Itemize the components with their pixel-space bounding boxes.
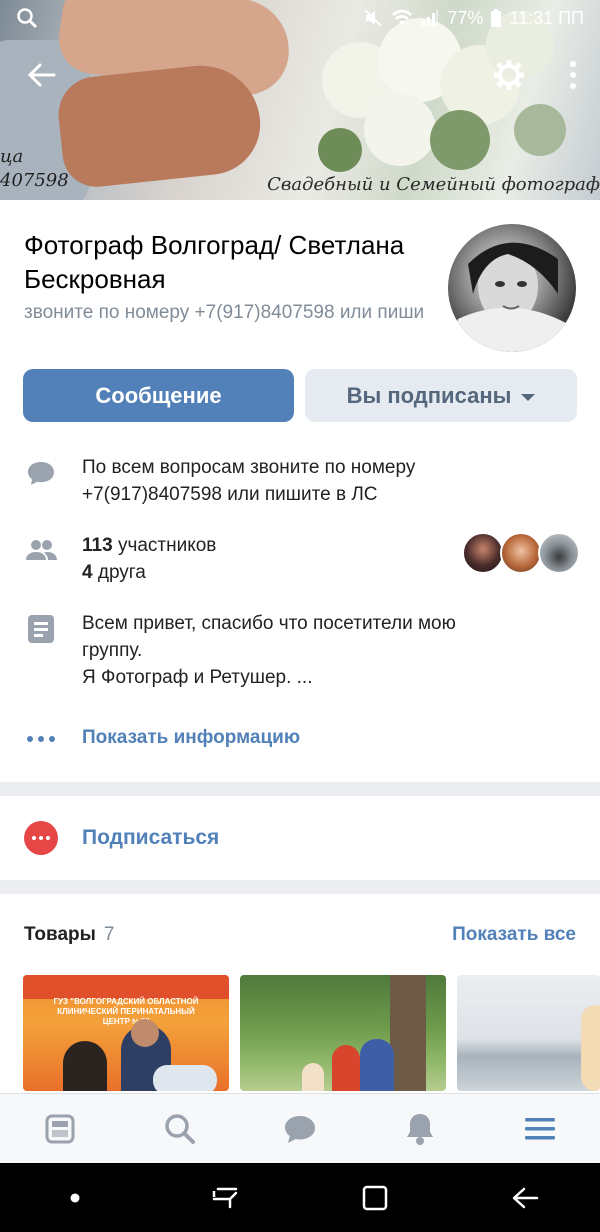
search-icon xyxy=(17,8,38,29)
more-vertical-icon[interactable] xyxy=(568,60,578,90)
mute-icon xyxy=(364,9,383,27)
users-icon xyxy=(26,540,57,560)
description-line: Всем привет, спасибо что посетители мою … xyxy=(82,613,456,661)
subscribe-card[interactable]: Подписаться xyxy=(0,796,600,880)
goods-item-person xyxy=(360,1039,394,1091)
avatar-portrait xyxy=(448,242,576,352)
more-horizontal-icon xyxy=(27,736,55,742)
goods-item-person xyxy=(63,1041,107,1091)
goods-item-baby xyxy=(153,1065,217,1091)
group-avatar[interactable] xyxy=(448,224,576,352)
members-text: 113 участников 4 друга xyxy=(82,532,482,586)
show-info-link[interactable]: Показать информацию xyxy=(82,724,482,751)
friends-label: друга xyxy=(97,562,146,583)
subscribed-label: Вы подписаны xyxy=(346,382,512,408)
cover-caption: Свадебный и Семейный фотограф xyxy=(267,174,600,195)
wifi-icon xyxy=(392,9,413,25)
goods-show-all-link[interactable]: Показать все xyxy=(452,924,576,946)
cover-text-fragment: ца xyxy=(0,146,24,167)
goods-card: Товары 7 Показать все ГУЗ "ВОЛГОГРАДСКИЙ … xyxy=(0,894,600,1094)
avatar xyxy=(462,532,504,574)
system-navigation-bar xyxy=(0,1163,600,1232)
goods-item-person xyxy=(332,1045,360,1091)
goods-title-label: Товары xyxy=(24,924,96,945)
description-line: Я Фотограф и Ретушер. ... xyxy=(82,667,313,688)
group-header-card: Фотограф Волгоград/ Светлана Бескровная … xyxy=(0,200,600,782)
back-arrow-icon[interactable] xyxy=(24,58,58,92)
messages-icon xyxy=(285,1115,315,1143)
search-icon xyxy=(165,1113,195,1144)
goods-item-child xyxy=(302,1063,324,1091)
avatar xyxy=(538,532,580,574)
members-count: 113 xyxy=(82,535,113,556)
battery-percent: 77% xyxy=(447,7,484,28)
cover-text-fragment: 407598 xyxy=(0,170,69,191)
gear-icon[interactable] xyxy=(492,58,526,92)
nav-recents-button[interactable] xyxy=(195,1168,255,1228)
menu-icon xyxy=(525,1117,555,1139)
goods-item-caption: ГУЗ "ВОЛГОГРАДСКИЙ ОБЛАСТНОЙ КЛИНИЧЕСКИЙ… xyxy=(53,997,199,1026)
friends-count: 4 xyxy=(82,562,93,583)
goods-count: 7 xyxy=(103,924,115,945)
goods-item-banner xyxy=(23,975,229,999)
news-icon xyxy=(45,1114,75,1143)
nav-dot-button[interactable] xyxy=(45,1168,105,1228)
app-bar xyxy=(0,44,600,104)
tab-news[interactable] xyxy=(30,1099,90,1159)
nav-back-button[interactable] xyxy=(495,1168,555,1228)
group-status: звоните по номеру +7(917)8407598 или пиш… xyxy=(24,302,424,323)
tab-notifications[interactable] xyxy=(390,1099,450,1159)
comment-icon xyxy=(28,462,54,485)
contact-text: По всем вопросам звоните по номеру +7(91… xyxy=(82,457,416,505)
goods-title: Товары 7 xyxy=(24,924,114,946)
goods-item[interactable] xyxy=(457,975,600,1091)
members-label: участников xyxy=(117,535,217,556)
tab-messages[interactable] xyxy=(270,1099,330,1159)
signal-icon xyxy=(422,10,439,26)
message-button[interactable]: Сообщение xyxy=(23,369,294,422)
goods-item[interactable] xyxy=(240,975,446,1091)
nav-home-button[interactable] xyxy=(345,1168,405,1228)
bottom-tab-bar xyxy=(0,1093,600,1163)
chevron-down-icon xyxy=(521,393,536,401)
notifications-icon xyxy=(407,1113,433,1145)
goods-item-tree xyxy=(390,975,426,1091)
clock: 11:31 ПП xyxy=(509,7,584,28)
goods-item-face xyxy=(131,1019,159,1047)
tab-menu[interactable] xyxy=(510,1099,570,1159)
article-icon xyxy=(28,615,54,643)
dot-icon xyxy=(70,1193,80,1202)
group-title: Фотограф Волгоград/ Светлана Бескровная xyxy=(24,230,405,294)
back-icon xyxy=(512,1187,539,1208)
avatar xyxy=(500,532,542,574)
description-text: Всем привет, спасибо что посетители мою … xyxy=(82,610,482,691)
home-square-icon xyxy=(362,1185,388,1210)
subscribe-icon xyxy=(24,821,58,855)
recents-icon xyxy=(212,1187,238,1208)
goods-item[interactable]: ГУЗ "ВОЛГОГРАДСКИЙ ОБЛАСТНОЙ КЛИНИЧЕСКИЙ… xyxy=(23,975,229,1091)
friends-avatars xyxy=(462,532,582,574)
subscribed-button[interactable]: Вы подписаны xyxy=(305,369,577,422)
tab-search[interactable] xyxy=(150,1099,210,1159)
battery-icon xyxy=(491,9,502,27)
status-bar: 77% 11:31 ПП xyxy=(0,0,600,36)
goods-item-person xyxy=(581,1005,600,1091)
subscribe-link[interactable]: Подписаться xyxy=(82,826,219,850)
